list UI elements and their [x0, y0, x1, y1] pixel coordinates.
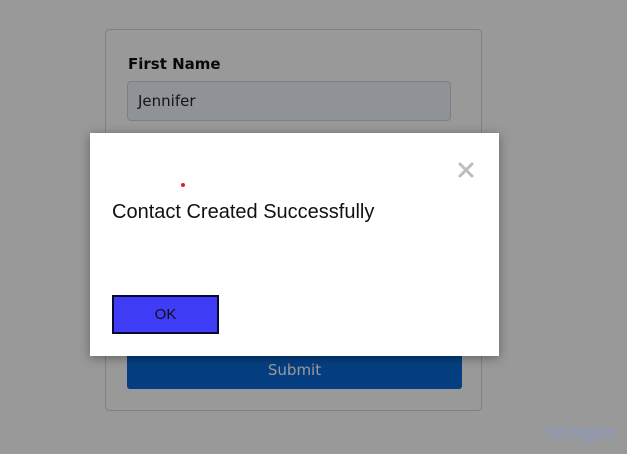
success-dialog: Contact Created Successfully OK: [90, 133, 499, 356]
close-icon[interactable]: [457, 161, 475, 179]
ok-button[interactable]: OK: [112, 295, 219, 334]
dialog-message: Contact Created Successfully: [112, 201, 375, 223]
indicator-dot: [181, 183, 185, 187]
brand-watermark: inogic: [546, 422, 617, 444]
